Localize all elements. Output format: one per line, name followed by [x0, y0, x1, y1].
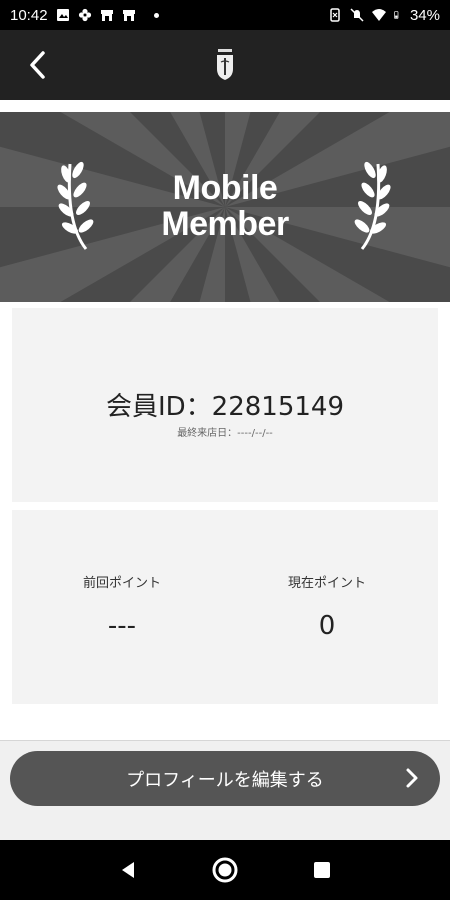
shop-icon — [122, 10, 135, 21]
nav-recents-icon — [313, 862, 330, 878]
member-banner: Mobile Member — [0, 112, 450, 302]
previous-points-label: 前回ポイント — [82, 576, 161, 591]
banner-title: Mobile Member — [0, 170, 450, 242]
app-header — [0, 30, 450, 100]
current-points: 現在ポイント 0 — [227, 572, 427, 641]
back-button[interactable] — [22, 49, 52, 81]
flower-icon — [78, 8, 91, 22]
brand-logo-icon — [217, 49, 233, 80]
notification-dot-icon — [153, 12, 159, 18]
header-divider — [0, 100, 450, 110]
shop-icon — [100, 10, 113, 21]
chevron-right-icon — [406, 768, 418, 788]
battery-percent: 34% — [409, 6, 440, 24]
member-id-card: 会員ID：22815149 最終来店日：----/--/-- — [12, 308, 438, 502]
chevron-left-icon — [30, 51, 45, 79]
bottom-action-area: プロフィールを編集する — [0, 740, 450, 840]
nav-recents-button[interactable] — [307, 855, 337, 885]
previous-points: 前回ポイント --- — [22, 572, 222, 641]
system-nav-bar — [0, 840, 450, 900]
nav-back-button[interactable] — [113, 855, 143, 885]
edit-profile-button[interactable]: プロフィールを編集する — [10, 751, 440, 806]
nav-home-icon — [212, 857, 238, 883]
mute-icon — [350, 8, 364, 22]
edit-profile-label: プロフィールを編集する — [126, 769, 324, 791]
banner-title-line1: Mobile — [172, 169, 278, 207]
battery-icon — [394, 11, 399, 19]
nav-home-button[interactable] — [210, 855, 240, 885]
current-points-value: 0 — [318, 611, 336, 641]
points-card: 前回ポイント --- 現在ポイント 0 — [12, 510, 438, 704]
current-points-label: 現在ポイント — [287, 576, 366, 591]
banner-title-line2: Member — [161, 205, 289, 243]
last-visit-date: 最終来店日：----/--/-- — [177, 428, 273, 439]
nfc-icon — [330, 8, 340, 22]
status-time: 10:42 — [10, 6, 48, 24]
image-icon — [56, 9, 69, 21]
previous-points-value: --- — [107, 611, 137, 641]
wifi-icon — [371, 9, 386, 21]
status-bar: 10:42 34% — [0, 0, 450, 30]
nav-back-icon — [122, 862, 135, 878]
member-id: 会員ID：22815149 — [105, 392, 345, 422]
